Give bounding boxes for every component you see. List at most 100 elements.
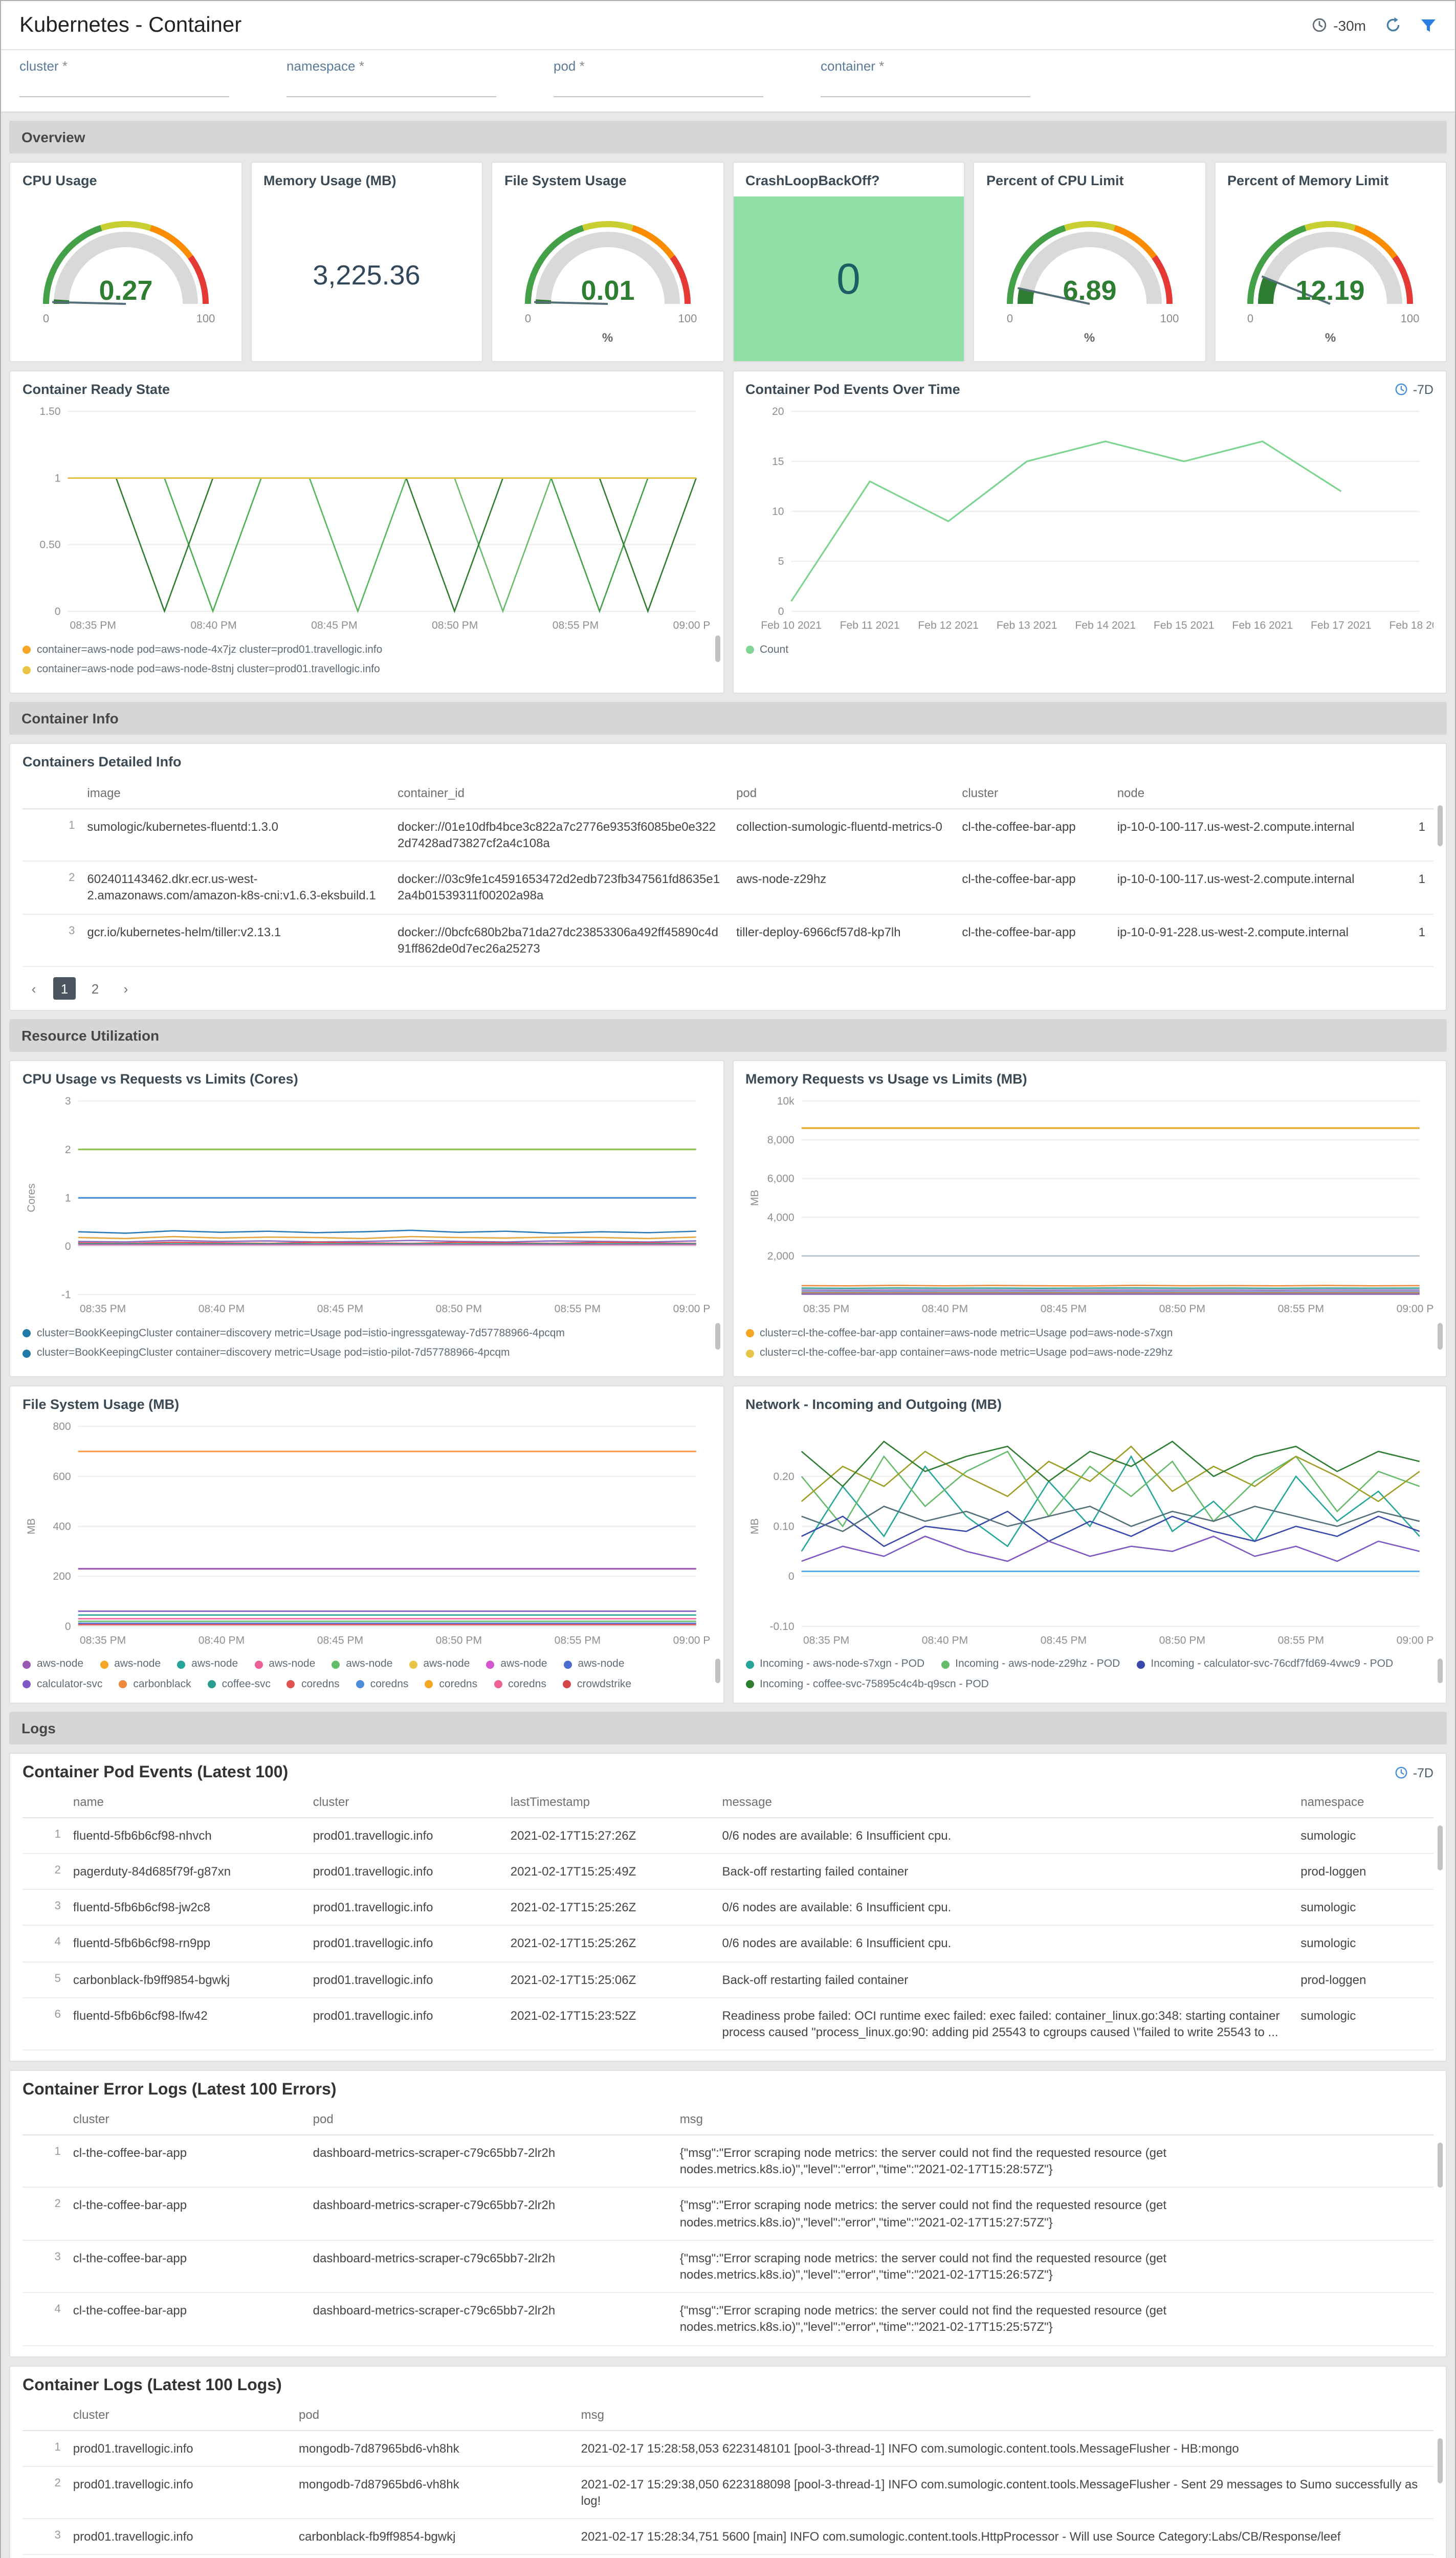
scrollbar[interactable] [715, 1658, 720, 1683]
legend-item[interactable]: aws-node [254, 1657, 315, 1672]
column-header[interactable]: cluster [64, 2399, 291, 2431]
column-header[interactable]: msg [572, 2399, 1433, 2431]
table-row[interactable]: 2 cl-the-coffee-bar-app dashboard-metrics-… [23, 2187, 1433, 2241]
table-row[interactable]: 2 pagerduty-84d685f79f-g87xn prod01.travel… [23, 1853, 1433, 1890]
table-row[interactable]: 3 prod01.travellogic.info carbonblack-fb9f… [23, 2519, 1433, 2555]
scrollbar[interactable] [1438, 1658, 1443, 1683]
svg-text:Feb 11 2021: Feb 11 2021 [840, 620, 899, 631]
namespace-filter-input[interactable] [286, 77, 496, 97]
table-row[interactable]: 1 sumologic/kubernetes-fluentd:1.3.0 docke… [23, 808, 1433, 862]
pagination-next[interactable]: › [115, 977, 137, 1000]
scrollbar[interactable] [1438, 805, 1443, 846]
legend-item[interactable]: aws-node [409, 1657, 470, 1672]
column-header[interactable]: cluster [954, 777, 1109, 809]
legend-item[interactable]: aws-node [177, 1657, 238, 1672]
pagination-page-1[interactable]: 1 [53, 977, 76, 1000]
table-cell: cl-the-coffee-bar-app [954, 914, 1109, 967]
legend-item[interactable]: container=aws-node pod=aws-node-8stnj cl… [23, 662, 700, 677]
legend-item[interactable]: aws-node [100, 1657, 161, 1672]
time-range-badge[interactable]: -7D [1395, 382, 1433, 396]
pagination-prev[interactable]: ‹ [23, 977, 45, 1000]
scrollbar[interactable] [1438, 2143, 1443, 2188]
legend-item[interactable]: Incoming - coffee-svc-75895c4c4b-q9scn -… [745, 1677, 989, 1692]
table-cell: 1 [1377, 914, 1433, 967]
legend-item[interactable]: coffee-svc [207, 1677, 271, 1692]
container-logs-table: cluster pod msg 1 prod01.travellogic.info mon… [23, 2399, 1433, 2558]
legend-dot [23, 1329, 31, 1337]
legend-item[interactable]: cluster=BookKeepingCluster container=dis… [23, 1326, 700, 1340]
column-header[interactable]: container_id [389, 777, 729, 809]
column-header[interactable]: msg [671, 2104, 1433, 2136]
refresh-icon[interactable] [1384, 16, 1402, 34]
table-row[interactable]: 2 prod01.travellogic.info mongodb-7d87965b… [23, 2466, 1433, 2520]
column-header[interactable]: pod [304, 2104, 672, 2136]
column-header[interactable]: message [714, 1786, 1293, 1818]
pod-filter-input[interactable] [554, 77, 763, 97]
filter-icon[interactable] [1420, 17, 1437, 33]
table-cell: mongodb-7d87965bd6-vh8hk [291, 2466, 573, 2520]
legend-item[interactable]: cluster=cl-the-coffee-bar-app container=… [745, 1326, 1423, 1340]
column-header[interactable]: node [1109, 777, 1377, 809]
table-row[interactable]: 1 prod01.travellogic.info mongodb-7d87965b… [23, 2430, 1433, 2467]
panel-container-ready-state: Container Ready State 0 0.50 1 1.50 08:35 PM… [9, 370, 724, 694]
table-row[interactable]: 1 cl-the-coffee-bar-app dashboard-metrics-… [23, 2135, 1433, 2188]
table-row[interactable]: 3 cl-the-coffee-bar-app dashboard-metrics-… [23, 2240, 1433, 2294]
time-range-badge[interactable]: -7D [1395, 1766, 1433, 1780]
time-range-control[interactable]: -30m [1312, 17, 1366, 33]
column-header[interactable]: name [64, 1786, 305, 1818]
legend-item[interactable]: cluster=BookKeepingCluster container=dis… [23, 1346, 700, 1360]
scrollbar[interactable] [715, 1323, 720, 1350]
error-logs-table: cluster pod msg 1 cl-the-coffee-bar-app dashb… [23, 2104, 1433, 2346]
legend-item[interactable]: Count [745, 642, 1423, 657]
table-row[interactable]: 3 gcr.io/kubernetes-helm/tiller:v2.13.1 do… [23, 914, 1433, 967]
svg-text:0.50: 0.50 [39, 539, 60, 551]
legend-item[interactable]: coredns [494, 1677, 546, 1692]
scrollbar[interactable] [1438, 1825, 1443, 1870]
container-filter-input[interactable] [821, 77, 1030, 97]
table-row[interactable]: 2 602401143462.dkr.ecr.us-west-2.amazonaw… [23, 861, 1433, 915]
legend-item[interactable]: cluster=cl-the-coffee-bar-app container=… [745, 1346, 1423, 1360]
file-system-usage-chart: 0 200 400 600 800 08:35 PM 08:40 PM 08:45 PM 08:… [26, 1421, 711, 1646]
scrollbar[interactable] [715, 635, 720, 662]
legend-item[interactable]: Incoming - aws-node-s7xgn - POD [745, 1657, 924, 1672]
legend-item[interactable]: calculator-svc [23, 1677, 102, 1692]
column-header[interactable]: namespace [1292, 1786, 1433, 1818]
legend-item[interactable]: crowdstrike [562, 1677, 631, 1692]
table-cell: ip-10-0-100-117.us-west-2.compute.intern… [1109, 861, 1377, 915]
column-header[interactable]: pod [728, 777, 954, 809]
cluster-filter-input[interactable] [19, 77, 229, 97]
legend-item[interactable]: Incoming - calculator-svc-76cdf7fd69-4vw… [1136, 1657, 1393, 1672]
legend-item[interactable]: Incoming - aws-node-z29hz - POD [941, 1657, 1120, 1672]
svg-text:MB: MB [748, 1518, 760, 1534]
legend-item[interactable]: aws-node [23, 1657, 83, 1672]
column-header[interactable]: pod [291, 2399, 573, 2431]
column-header[interactable]: image [79, 777, 390, 809]
row-index: 2 [23, 2187, 65, 2241]
table-row[interactable]: 3 fluentd-5fb6b6cf98-jw2c8 prod01.travello… [23, 1889, 1433, 1926]
table-row[interactable]: 4 cl-the-coffee-bar-app dashboard-metrics-… [23, 2292, 1433, 2346]
scrollbar[interactable] [1438, 2438, 1443, 2483]
column-header[interactable]: lastTimestamp [502, 1786, 714, 1818]
svg-text:MB: MB [26, 1518, 37, 1534]
svg-text:20: 20 [771, 406, 784, 417]
table-row[interactable]: 4prod01.travellogic.infofluentd-5fb6b6cf… [23, 2554, 1433, 2558]
legend-item[interactable]: aws-node [332, 1657, 392, 1672]
table-row[interactable]: 1 fluentd-5fb6b6cf98-nhvch prod01.travello… [23, 1817, 1433, 1854]
column-header[interactable]: cluster [64, 2104, 305, 2136]
column-header[interactable] [1377, 777, 1433, 809]
table-row[interactable]: 6 fluentd-5fb6b6cf98-lfw42 prod01.travello… [23, 1997, 1433, 2051]
pagination-page-2[interactable]: 2 [84, 977, 106, 1000]
legend-item[interactable]: container=aws-node pod=aws-node-4x7jz cl… [23, 642, 700, 657]
legend-item[interactable]: coredns [286, 1677, 340, 1692]
legend-item[interactable]: aws-node [563, 1657, 625, 1672]
row-index: 2 [23, 861, 79, 915]
column-header[interactable]: cluster [304, 1786, 502, 1818]
table-row[interactable]: 5 carbonblack-fb9ff9854-bgwkj prod01.trave… [23, 1961, 1433, 1998]
legend-item[interactable]: coredns [425, 1677, 477, 1692]
legend-item[interactable]: carbonblack [119, 1677, 191, 1692]
svg-text:Feb 10 2021: Feb 10 2021 [760, 620, 821, 631]
scrollbar[interactable] [1438, 1323, 1443, 1350]
table-row[interactable]: 4 fluentd-5fb6b6cf98-rn9pp prod01.travello… [23, 1925, 1433, 1962]
legend-item[interactable]: aws-node [486, 1657, 547, 1672]
legend-item[interactable]: coredns [356, 1677, 408, 1692]
